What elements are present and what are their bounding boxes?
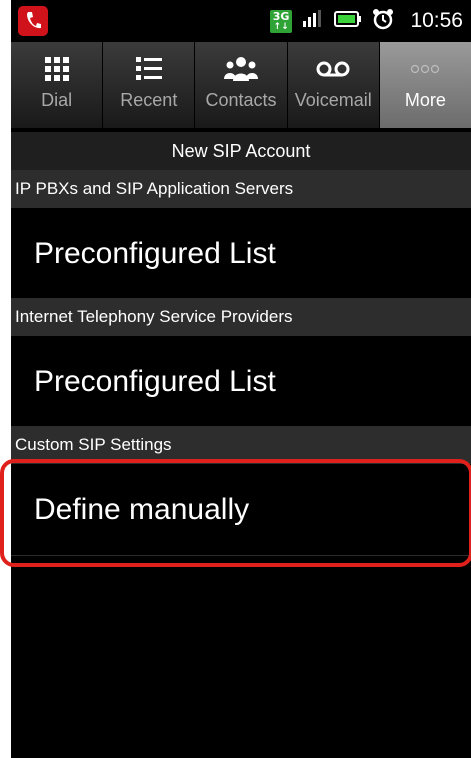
section-header-custom: Custom SIP Settings	[11, 426, 471, 464]
section-header-ip-pbx: IP PBXs and SIP Application Servers	[11, 170, 471, 208]
list-item-pbx-preconfigured[interactable]: Preconfigured List	[11, 208, 471, 300]
network-type-badge: 3G ↑↓	[269, 9, 293, 33]
more-icon	[410, 54, 440, 84]
tab-contacts[interactable]: Contacts	[195, 42, 288, 128]
phone-handset-icon	[18, 6, 48, 36]
tab-more[interactable]: More	[379, 42, 471, 128]
list-item-itsp-preconfigured[interactable]: Preconfigured List	[11, 336, 471, 428]
battery-icon	[334, 10, 362, 32]
tab-voicemail[interactable]: Voicemail	[288, 42, 380, 128]
signal-bars-icon	[302, 9, 324, 33]
phone-screen: 3G ↑↓ 10:56 Dial Recent Contacts Voicema…	[11, 0, 471, 758]
voicemail-icon	[315, 54, 351, 84]
alarm-clock-icon	[372, 8, 394, 34]
tab-recent[interactable]: Recent	[103, 42, 196, 128]
page-title: New SIP Account	[11, 132, 471, 170]
section-header-itsp: Internet Telephony Service Providers	[11, 298, 471, 336]
tab-label: Contacts	[205, 90, 277, 110]
contacts-icon	[224, 54, 258, 84]
tab-label: Voicemail	[294, 90, 372, 110]
status-time: 10:56	[410, 9, 463, 32]
status-bar: 3G ↑↓ 10:56	[11, 0, 471, 42]
tab-label: Recent	[120, 90, 178, 110]
keypad-icon	[43, 54, 71, 84]
tab-bar: Dial Recent Contacts Voicemail More	[11, 42, 471, 128]
list-icon	[135, 54, 163, 84]
tab-label: Dial	[41, 90, 73, 110]
tab-dial[interactable]: Dial	[11, 42, 104, 128]
tab-label: More	[404, 90, 446, 110]
list-item-define-manually[interactable]: Define manually	[11, 464, 471, 556]
